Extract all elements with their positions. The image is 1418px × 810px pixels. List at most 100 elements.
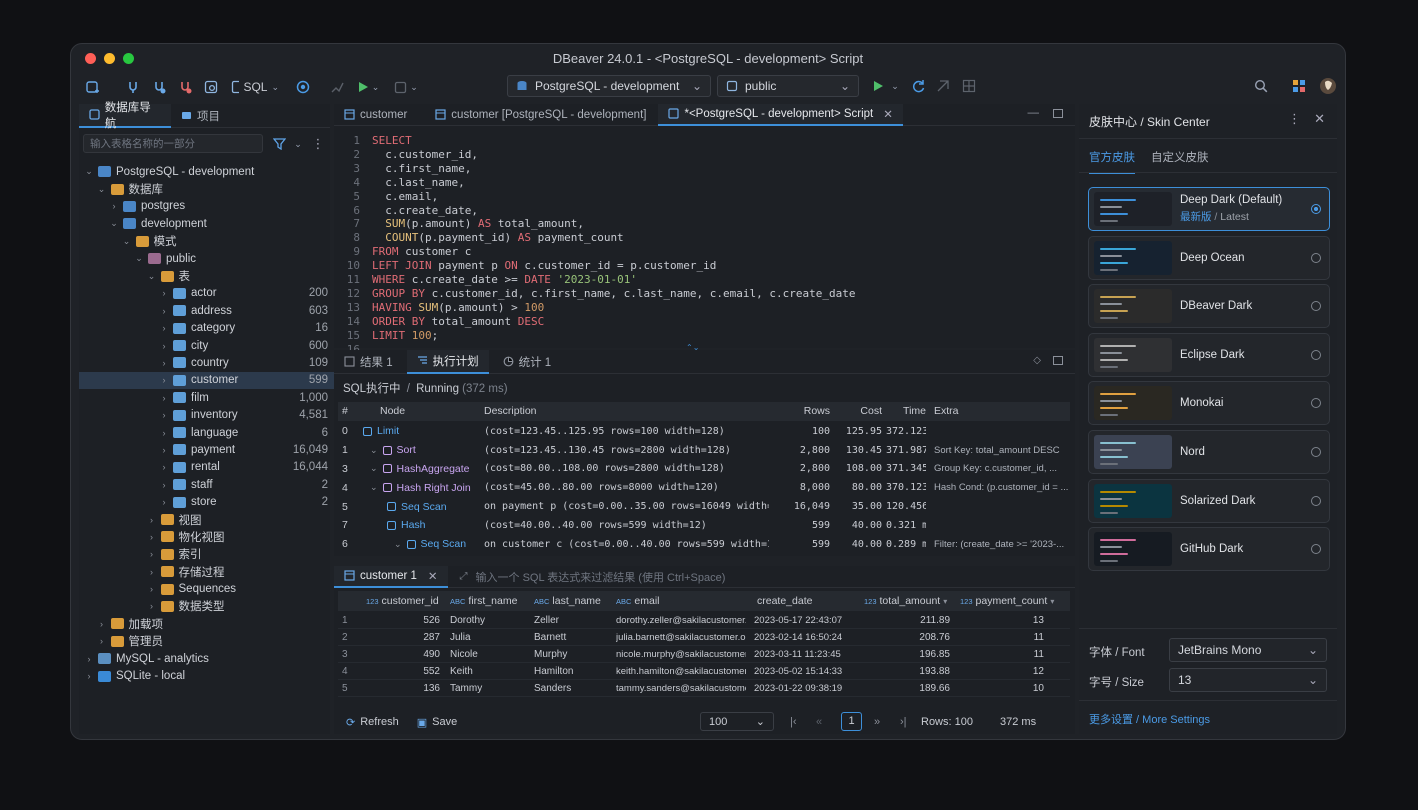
- table-cell[interactable]: 2023-03-11 11:23:45: [754, 649, 856, 660]
- table-cell[interactable]: tammy.sanders@sakilacustomer.org: [616, 683, 746, 694]
- maximize-results-icon[interactable]: [1053, 356, 1063, 365]
- table-cell[interactable]: Zeller: [534, 615, 608, 626]
- chevron-right-icon[interactable]: ›: [158, 375, 170, 385]
- chevron-right-icon[interactable]: ›: [158, 341, 170, 351]
- chevron-down-icon[interactable]: ⌄: [96, 184, 108, 195]
- tree-item[interactable]: › SQLite - local: [79, 667, 334, 684]
- plan-row[interactable]: 3 ⌄ HashAggregate (cost=80.00..108.00 rows=…: [338, 460, 1070, 479]
- chevron-right-icon[interactable]: ›: [158, 323, 170, 333]
- skin-radio[interactable]: [1311, 544, 1321, 555]
- table-cell[interactable]: Nicole: [450, 649, 524, 660]
- table-cell[interactable]: dorothy.zeller@sakilacustomer.org: [616, 615, 746, 626]
- tree-item[interactable]: › postgres: [79, 198, 334, 215]
- chevron-right-icon[interactable]: ›: [158, 306, 170, 316]
- tab-result-1[interactable]: 结果 1: [334, 350, 403, 374]
- chevron-down-icon[interactable]: ⌄: [370, 463, 378, 474]
- table-cell[interactable]: nicole.murphy@sakilacustomer.org: [616, 649, 746, 660]
- plan-column-header[interactable]: Description: [484, 405, 769, 417]
- page-number[interactable]: 1: [841, 712, 862, 731]
- fetch-size-select[interactable]: 100 ⌄: [700, 712, 774, 731]
- more-options-icon[interactable]: ⋮: [1288, 111, 1301, 127]
- table-cell[interactable]: 5: [342, 683, 356, 694]
- close-panel-icon[interactable]: ✕: [1314, 111, 1325, 127]
- table-cell[interactable]: Sanders: [534, 683, 608, 694]
- table-cell[interactable]: julia.barnett@sakilacustomer.org: [616, 632, 746, 643]
- table-cell[interactable]: Hamilton: [534, 666, 608, 677]
- table-cell[interactable]: 196.85: [864, 649, 950, 660]
- skin-radio[interactable]: [1311, 447, 1321, 457]
- chevron-right-icon[interactable]: ›: [96, 619, 108, 629]
- filter-icon[interactable]: [271, 133, 287, 155]
- skin-option[interactable]: Nord: [1088, 430, 1330, 474]
- tab-execution-plan[interactable]: 执行计划: [406, 349, 489, 374]
- chevron-right-icon[interactable]: ›: [158, 410, 170, 420]
- tree-item[interactable]: › staff 2: [79, 476, 334, 493]
- plan-column-header[interactable]: Rows: [770, 405, 830, 417]
- chevron-right-icon[interactable]: ›: [158, 358, 170, 368]
- perspectives-icon[interactable]: [1289, 75, 1309, 97]
- tree-item[interactable]: › actor 200: [79, 285, 334, 302]
- execute-menu-chevron[interactable]: ⌄: [889, 75, 901, 97]
- plan-row[interactable]: 4 ⌄ Hash Right Join (cost=45.00..80.00 rows…: [338, 478, 1070, 497]
- tree-item[interactable]: › Sequences: [79, 580, 334, 597]
- pin-icon[interactable]: ◇: [1033, 355, 1041, 366]
- tree-item[interactable]: › city 600: [79, 337, 334, 354]
- skin-option[interactable]: Deep Dark (Default) 最新版 / Latest: [1088, 187, 1330, 231]
- plan-column-header[interactable]: #: [342, 405, 372, 417]
- table-cell[interactable]: 211.89: [864, 615, 950, 626]
- filter-menu-chevron[interactable]: ⌄: [291, 133, 305, 155]
- chevron-right-icon[interactable]: ›: [158, 428, 170, 438]
- tab-database-navigator[interactable]: 数据库导航: [79, 102, 171, 130]
- table-cell[interactable]: 136: [366, 683, 440, 694]
- skin-radio[interactable]: [1311, 301, 1321, 312]
- tab-statistics[interactable]: 统计 1: [493, 350, 562, 374]
- chevron-right-icon[interactable]: ›: [146, 515, 158, 525]
- skin-option[interactable]: GitHub Dark: [1088, 527, 1330, 572]
- connection-settings-icon[interactable]: [201, 76, 221, 98]
- minimize-icon[interactable]: —: [1028, 107, 1040, 119]
- tab-customer-result[interactable]: customer 1 ✕: [334, 565, 448, 588]
- prev-page-icon[interactable]: «: [816, 716, 822, 728]
- sql-editor-button[interactable]: SQL ⌄: [231, 76, 279, 98]
- table-cell[interactable]: 3: [342, 649, 356, 660]
- table-row[interactable]: 5 136 Tammy Sanders tammy.sanders@sakilacust…: [338, 680, 1070, 697]
- close-window-button[interactable]: [85, 53, 96, 64]
- chevron-right-icon[interactable]: ›: [83, 671, 95, 681]
- first-page-icon[interactable]: |‹: [790, 716, 797, 728]
- table-cell[interactable]: 208.76: [864, 632, 950, 643]
- table-cell[interactable]: 2: [342, 632, 356, 643]
- table-cell[interactable]: 11: [960, 649, 1044, 660]
- table-cell[interactable]: 2023-01-22 09:38:19: [754, 683, 856, 694]
- table-row[interactable]: 3 490 Nicole Murphy nicole.murphy@sakilacust…: [338, 646, 1070, 663]
- tree-item[interactable]: ⌄ development: [79, 215, 334, 232]
- sql-code-area[interactable]: 1 SELECT 2 c.customer_id, 3 c.first_name, 4 …: [334, 128, 1075, 356]
- close-tab-icon[interactable]: ✕: [428, 569, 438, 583]
- minimize-window-button[interactable]: [104, 53, 115, 64]
- tab-projects[interactable]: 项目: [171, 104, 230, 128]
- table-cell[interactable]: Dorothy: [450, 615, 524, 626]
- data-column-header[interactable]: ABC email: [616, 595, 748, 607]
- sort-icon[interactable]: ▾: [943, 597, 947, 606]
- chevron-down-icon[interactable]: ⌄: [133, 253, 145, 264]
- refresh-icon[interactable]: [909, 75, 929, 97]
- plan-row[interactable]: 6 ⌄ Seq Scan on customer c (cost=0.00..40.0…: [338, 535, 1070, 554]
- plan-column-header[interactable]: Time: [886, 405, 926, 417]
- tree-item[interactable]: › 存储过程: [79, 563, 334, 580]
- table-cell[interactable]: 552: [366, 666, 440, 677]
- tree-item[interactable]: › 物化视图: [79, 528, 334, 545]
- chevron-down-icon[interactable]: ⌄: [370, 482, 378, 493]
- skin-option[interactable]: DBeaver Dark: [1088, 284, 1330, 329]
- commit-icon[interactable]: [327, 76, 347, 98]
- skin-radio[interactable]: [1311, 204, 1321, 214]
- chevron-right-icon[interactable]: ›: [158, 480, 170, 490]
- data-column-header[interactable]: ABC last_name: [534, 595, 610, 607]
- chevron-down-icon[interactable]: ⌄: [146, 271, 158, 282]
- tree-item[interactable]: › language 6: [79, 424, 334, 441]
- tree-item[interactable]: › film 1,000: [79, 389, 334, 406]
- layout-icon[interactable]: [959, 75, 979, 97]
- tree-item[interactable]: ⌄ 表: [79, 267, 334, 284]
- chevron-right-icon[interactable]: ›: [158, 393, 170, 403]
- plan-row[interactable]: 7 Hash (cost=40.00..40.00 rows=599 width=…: [338, 516, 1070, 535]
- table-row[interactable]: 2 287 Julia Barnett julia.barnett@sakilacust…: [338, 629, 1070, 646]
- chevron-right-icon[interactable]: ›: [158, 445, 170, 455]
